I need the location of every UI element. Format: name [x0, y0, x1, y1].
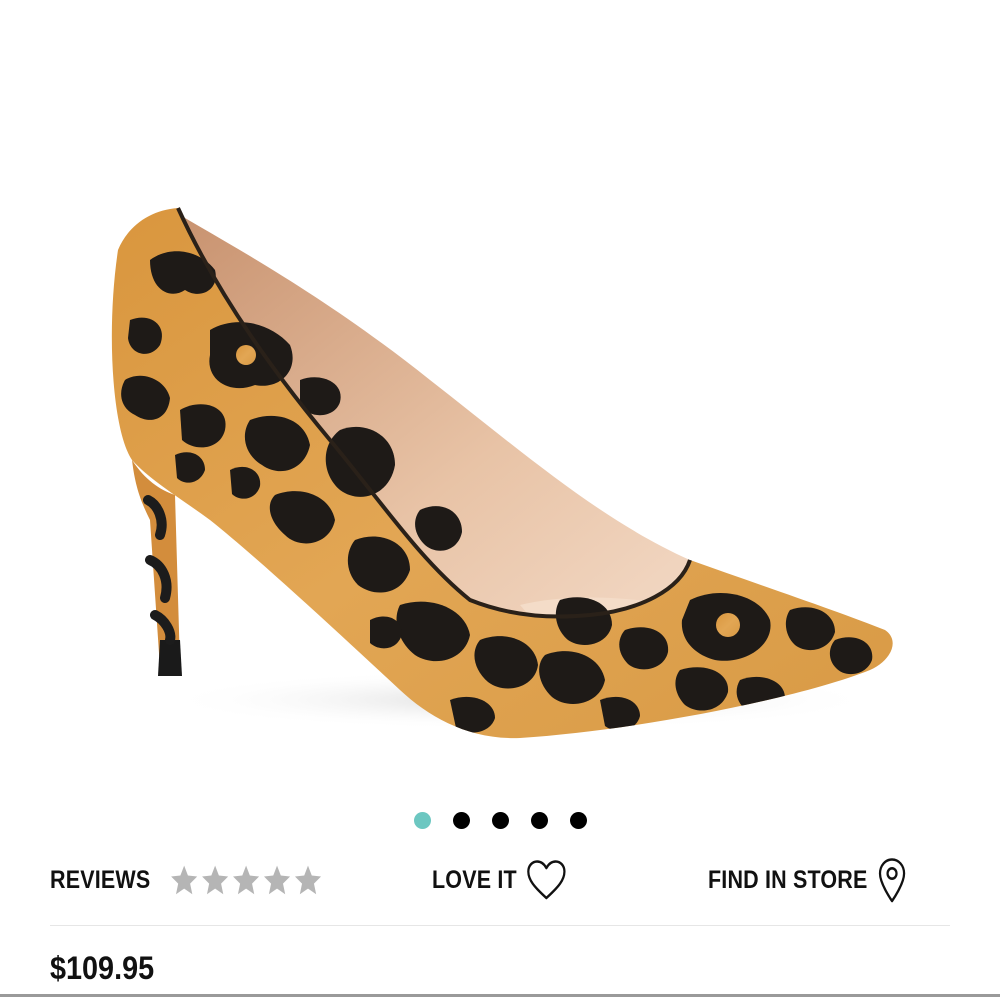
star-icon — [200, 864, 229, 897]
heart-outline-icon — [525, 859, 566, 901]
star-icon — [169, 864, 198, 897]
reviews-label: REVIEWS — [50, 865, 151, 894]
star-icon — [262, 864, 291, 897]
product-image[interactable] — [0, 0, 1000, 790]
bottom-border — [0, 994, 1000, 997]
shoe-illustration — [111, 207, 893, 739]
divider — [50, 925, 950, 926]
carousel-dot-1[interactable] — [413, 811, 431, 829]
love-it-button[interactable]: LOVE IT — [432, 850, 567, 910]
carousel-dot-3[interactable] — [491, 811, 509, 829]
carousel-dot-2[interactable] — [452, 811, 470, 829]
star-icon — [293, 864, 322, 897]
carousel-dot-5[interactable] — [569, 811, 587, 829]
product-price: $109.95 — [50, 950, 155, 986]
find-in-store-button[interactable]: FIND IN STORE — [708, 850, 907, 910]
map-pin-icon — [876, 857, 907, 903]
carousel-indicators — [0, 808, 1000, 832]
find-in-store-label: FIND IN STORE — [708, 865, 868, 894]
rating-stars — [169, 864, 322, 897]
carousel-dot-4[interactable] — [530, 811, 548, 829]
product-actions-bar: REVIEWS LOVE IT FIND IN STORE — [50, 850, 950, 910]
love-it-label: LOVE IT — [432, 865, 517, 894]
star-icon — [231, 864, 260, 897]
reviews-link[interactable]: REVIEWS — [50, 850, 322, 910]
